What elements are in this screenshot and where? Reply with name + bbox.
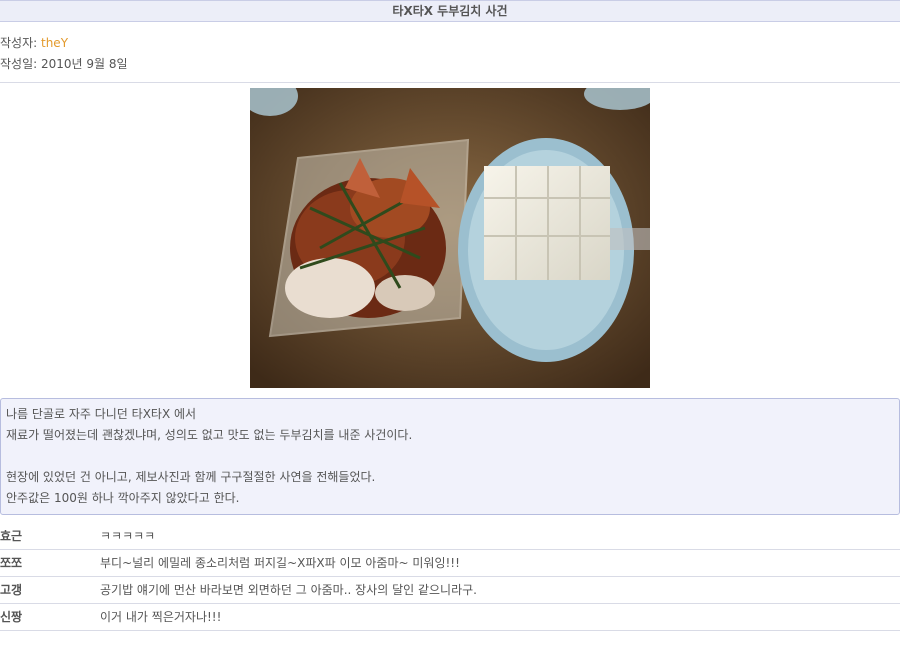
comment-author: 고갱 bbox=[0, 583, 23, 597]
comment-list: 효근 ㅋㅋㅋㅋㅋ 쪼쪼 부디~널리 에밀레 종소리처럼 퍼지길~X파X파 이모 … bbox=[0, 523, 900, 631]
comment-text: 이거 내가 찍은거자나!!! bbox=[100, 610, 222, 624]
comment-row: 신짱 이거 내가 찍은거자나!!! bbox=[0, 604, 900, 631]
comment-text: 부디~널리 에밀레 종소리처럼 퍼지길~X파X파 이모 아줌마~ 미워잉!!! bbox=[100, 556, 460, 570]
date-label: 작성일: bbox=[0, 57, 38, 71]
comment-author: 쪼쪼 bbox=[0, 556, 23, 570]
tofu-kimchi-photo bbox=[250, 88, 650, 388]
story-line: 안주값은 100원 하나 깍아주지 않았다고 한다. bbox=[6, 491, 240, 505]
photo-container bbox=[0, 83, 900, 388]
author-link[interactable]: theY bbox=[41, 36, 68, 50]
comment-row: 고갱 공기밥 얘기에 먼산 바라보면 외면하던 그 아줌마.. 장사의 달인 같… bbox=[0, 577, 900, 604]
comment-author: 효근 bbox=[0, 529, 23, 543]
date-row: 작성일: 2010년 9월 8일 bbox=[0, 54, 900, 75]
post-title: 타X타X 두부김치 사건 bbox=[0, 0, 900, 22]
story-line: 재료가 떨어졌는데 괜찮겠냐며, 성의도 없고 맛도 없는 두부김치를 내준 사… bbox=[6, 428, 413, 442]
story-line: 현장에 있었던 건 아니고, 제보사진과 함께 구구절절한 사연을 전해들었다. bbox=[6, 470, 376, 484]
author-label: 작성자: bbox=[0, 36, 38, 50]
author-row: 작성자: theY bbox=[0, 33, 900, 54]
post-date: 2010년 9월 8일 bbox=[41, 57, 128, 71]
post-meta: 작성자: theY 작성일: 2010년 9월 8일 bbox=[0, 22, 900, 83]
comment-author: 신짱 bbox=[0, 610, 23, 624]
story-line-blank bbox=[6, 446, 894, 467]
story-line: 나름 단골로 자주 다니던 타X타X 에서 bbox=[6, 407, 197, 421]
story-box: 나름 단골로 자주 다니던 타X타X 에서 재료가 떨어졌는데 괜찮겠냐며, 성… bbox=[0, 398, 900, 515]
comment-text: ㅋㅋㅋㅋㅋ bbox=[100, 529, 156, 543]
comment-text: 공기밥 얘기에 먼산 바라보면 외면하던 그 아줌마.. 장사의 달인 같으니라… bbox=[100, 583, 477, 597]
comment-row: 쪼쪼 부디~널리 에밀레 종소리처럼 퍼지길~X파X파 이모 아줌마~ 미워잉!… bbox=[0, 550, 900, 577]
comment-row: 효근 ㅋㅋㅋㅋㅋ bbox=[0, 523, 900, 550]
